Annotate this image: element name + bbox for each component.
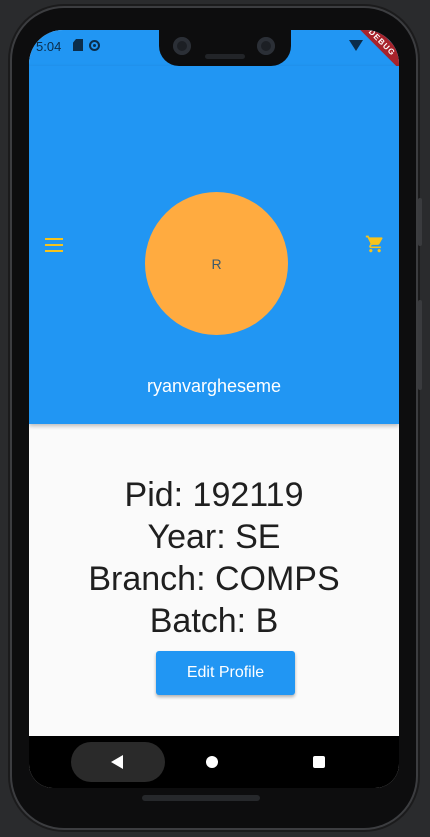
front-camera-icon — [257, 37, 275, 55]
profile-details: Pid: 192119 Year: SE Branch: COMPS Batch… — [29, 474, 399, 642]
sd-card-icon — [73, 39, 83, 51]
edit-profile-button[interactable]: Edit Profile — [156, 651, 295, 695]
front-camera-icon — [173, 37, 191, 55]
sync-icon — [89, 39, 100, 51]
app-screen: 5:04 DEBUG R ryanvargheseme Pid: 192119 … — [29, 30, 399, 788]
camera-notch — [159, 30, 291, 66]
shopping-cart-icon[interactable] — [365, 234, 385, 254]
profile-header: R ryanvargheseme — [29, 66, 399, 424]
wifi-icon — [349, 40, 363, 51]
status-icons — [73, 39, 100, 51]
earpiece-speaker — [205, 54, 245, 59]
system-nav-bar — [29, 736, 399, 788]
phone-frame: 5:04 DEBUG R ryanvargheseme Pid: 192119 … — [12, 8, 422, 828]
back-icon[interactable] — [111, 755, 123, 769]
pid-text: Pid: 192119 — [124, 476, 304, 514]
bottom-speaker-grille — [142, 795, 260, 801]
username: ryanvargheseme — [146, 376, 282, 396]
recents-icon[interactable] — [313, 756, 325, 768]
volume-button — [418, 300, 422, 390]
home-icon[interactable] — [206, 756, 218, 768]
power-button — [418, 198, 422, 246]
menu-icon[interactable] — [45, 238, 63, 252]
year-text: Year: SE — [147, 518, 281, 556]
status-time: 5:04 — [36, 39, 62, 54]
batch-text: Batch: B — [149, 602, 279, 640]
avatar: R — [145, 192, 288, 335]
branch-text: Branch: COMPS — [88, 560, 340, 598]
avatar-initial: R — [211, 255, 222, 272]
